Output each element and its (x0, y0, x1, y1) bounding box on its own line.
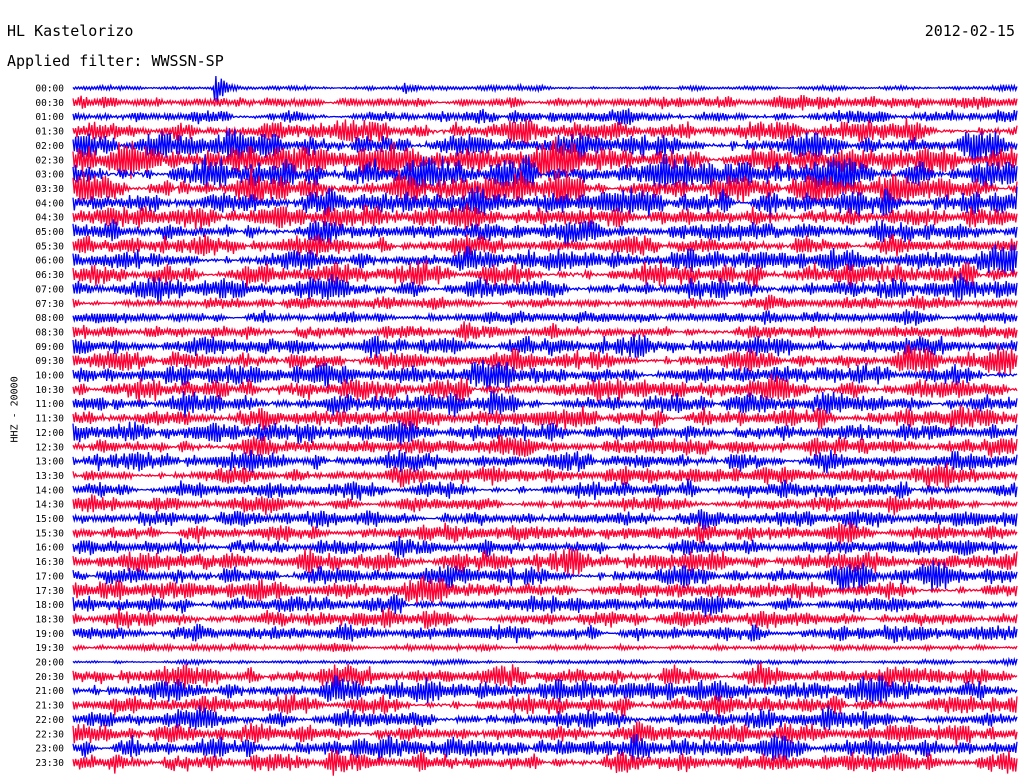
time-tick-11-30: 11:30 (35, 414, 64, 425)
time-tick-19-30: 19:30 (35, 643, 64, 654)
trace-15-30 (72, 521, 1018, 545)
time-tick-08-30: 08:30 (35, 327, 64, 338)
trace-14-00 (72, 478, 1018, 501)
time-tick-20-30: 20:30 (35, 672, 64, 683)
time-tick-13-30: 13:30 (35, 471, 64, 482)
time-tick-06-30: 06:30 (35, 270, 64, 281)
time-tick-12-00: 12:00 (35, 428, 64, 439)
time-tick-20-00: 20:00 (35, 658, 64, 669)
trace-16-00 (72, 535, 1018, 559)
trace-15-00 (72, 509, 1018, 530)
time-tick-04-30: 04:30 (35, 213, 64, 224)
time-tick-18-30: 18:30 (35, 614, 64, 625)
time-tick-12-30: 12:30 (35, 442, 64, 453)
time-tick-11-00: 11:00 (35, 399, 64, 410)
trace-19-30 (72, 641, 1018, 653)
time-tick-04-00: 04:00 (35, 198, 64, 209)
time-tick-19-00: 19:00 (35, 629, 64, 640)
time-tick-03-30: 03:30 (35, 184, 64, 195)
time-tick-05-00: 05:00 (35, 227, 64, 238)
trace-18-00 (72, 594, 1018, 617)
time-tick-00-00: 00:00 (35, 84, 64, 95)
time-tick-02-30: 02:30 (35, 155, 64, 166)
trace-group (72, 75, 1018, 776)
time-tick-21-30: 21:30 (35, 701, 64, 712)
time-tick-09-30: 09:30 (35, 356, 64, 367)
trace-19-00 (72, 623, 1018, 644)
time-tick-23-00: 23:00 (35, 744, 64, 755)
trace-09-00 (72, 333, 1018, 358)
time-tick-21-00: 21:00 (35, 686, 64, 697)
time-tick-08-00: 08:00 (35, 313, 64, 324)
trace-13-30 (72, 463, 1018, 488)
time-tick-labels: 00:00 00:30 01:00 01:30 02:00 02:30 03:00 03:30… (35, 84, 64, 769)
time-tick-22-30: 22:30 (35, 729, 64, 740)
time-tick-23-30: 23:30 (35, 758, 64, 769)
time-tick-10-30: 10:30 (35, 385, 64, 396)
time-tick-09-00: 09:00 (35, 342, 64, 353)
time-tick-16-00: 16:00 (35, 543, 64, 554)
time-tick-05-30: 05:30 (35, 241, 64, 252)
time-tick-01-00: 01:00 (35, 112, 64, 123)
time-tick-14-00: 14:00 (35, 485, 64, 496)
time-tick-02-00: 02:00 (35, 141, 64, 152)
helicorder-chart: 00:00 00:30 01:00 01:30 02:00 02:30 03:00 03:30… (35, 75, 1018, 776)
time-tick-03-00: 03:00 (35, 170, 64, 181)
trace-13-00 (72, 449, 1018, 474)
time-tick-22-00: 22:00 (35, 715, 64, 726)
time-tick-17-30: 17:30 (35, 586, 64, 597)
time-tick-07-30: 07:30 (35, 299, 64, 310)
trace-18-30 (72, 607, 1018, 630)
time-tick-13-00: 13:00 (35, 457, 64, 468)
time-tick-16-30: 16:30 (35, 557, 64, 568)
time-tick-01-30: 01:30 (35, 127, 64, 138)
time-tick-10-00: 10:00 (35, 371, 64, 382)
time-tick-07-00: 07:00 (35, 284, 64, 295)
trace-20-00 (72, 656, 1018, 668)
time-tick-17-00: 17:00 (35, 571, 64, 582)
trace-12-00 (72, 420, 1018, 446)
time-tick-00-30: 00:30 (35, 98, 64, 109)
time-tick-18-00: 18:00 (35, 600, 64, 611)
trace-00-00 (72, 75, 1018, 104)
time-tick-15-00: 15:00 (35, 514, 64, 525)
trace-08-00 (72, 309, 1018, 326)
trace-14-30 (72, 494, 1018, 516)
time-tick-14-30: 14:30 (35, 500, 64, 511)
trace-07-30 (72, 294, 1018, 311)
time-tick-15-30: 15:30 (35, 528, 64, 539)
trace-01-00 (72, 108, 1018, 126)
time-tick-06-00: 06:00 (35, 256, 64, 267)
